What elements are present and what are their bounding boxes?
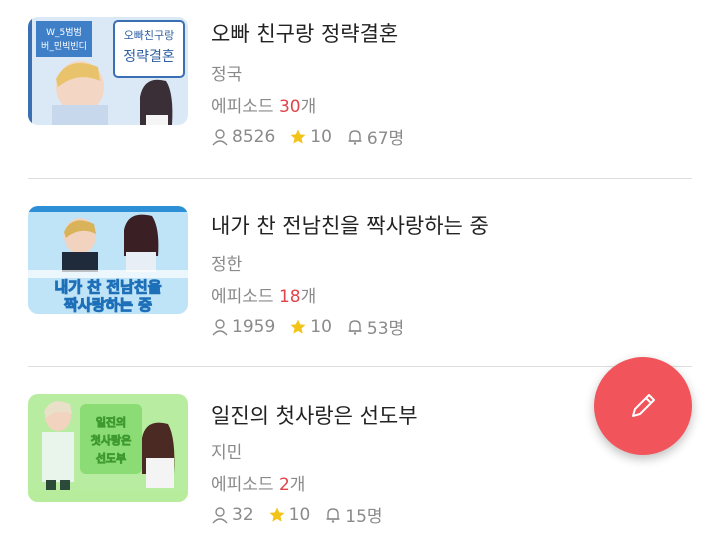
thumb-text: 버_민빅빈디	[41, 41, 87, 52]
thumb-text: 짝사랑하는 중	[64, 296, 152, 314]
thumb-text: 정략결혼	[123, 49, 175, 65]
rating-stat: 10	[289, 127, 332, 147]
views-stat: 32	[211, 505, 254, 525]
story-title[interactable]: 오빠 친구랑 정략결혼	[211, 18, 398, 48]
story-author: 지민	[211, 443, 243, 463]
views-count: 32	[232, 504, 254, 525]
bell-icon	[326, 507, 340, 523]
divider	[28, 178, 692, 179]
thumb-text: 내가 찬 전남친을	[54, 278, 161, 296]
person-icon	[212, 128, 228, 145]
story-thumbnail[interactable]: 내가 찬 전남친을 짝사랑하는 중	[28, 206, 188, 314]
star-icon	[269, 507, 285, 522]
episode-count: 에피소드 30개	[211, 97, 317, 117]
person-icon	[212, 506, 228, 523]
story-item[interactable]: 내가 찬 전남친을 짝사랑하는 중 내가 찬 전남친을 짝사랑하는 중 정한 에…	[28, 190, 692, 340]
subscribers-count: 53명	[366, 319, 405, 339]
story-stats: 1959 10 53명	[211, 314, 418, 339]
story-stats: 32 10 15명	[211, 502, 397, 527]
bell-icon	[348, 129, 362, 145]
story-item[interactable]: W_5범범 버_민빅빈디 오빠친구랑 정략결혼 오빠 친구랑 정략결혼 정국 에…	[28, 0, 692, 150]
views-count: 8526	[232, 126, 276, 147]
story-thumbnail[interactable]: 일진의 첫사랑은 선도부	[28, 394, 188, 502]
person-icon	[212, 318, 228, 335]
rating-value: 10	[310, 316, 332, 337]
subscribers-stat: 15명	[324, 502, 383, 527]
subscribers-count: 15명	[345, 507, 383, 527]
episode-count: 에피소드 18개	[211, 287, 317, 307]
story-stats: 8526 10 67명	[211, 124, 418, 149]
bell-icon	[348, 319, 362, 335]
subscribers-count: 67명	[366, 129, 405, 149]
rating-value: 10	[288, 504, 311, 525]
rating-value: 10	[310, 126, 332, 147]
story-author: 정한	[211, 255, 243, 275]
subscribers-stat: 53명	[346, 314, 404, 339]
episode-count: 에피소드 2개	[211, 475, 306, 495]
views-stat: 1959	[211, 317, 275, 337]
thumb-text: 선도부	[96, 451, 126, 465]
rating-stat: 10	[289, 317, 332, 337]
write-story-button[interactable]	[594, 357, 692, 455]
subscribers-stat: 67명	[346, 124, 404, 149]
thumb-text: W_5범범	[46, 27, 82, 38]
star-icon	[290, 319, 306, 334]
story-author: 정국	[211, 65, 243, 85]
views-stat: 8526	[211, 127, 275, 147]
rating-stat: 10	[268, 504, 311, 525]
story-thumbnail[interactable]: W_5범범 버_민빅빈디 오빠친구랑 정략결혼	[28, 17, 188, 125]
views-count: 1959	[232, 316, 276, 337]
story-title[interactable]: 일진의 첫사랑은 선도부	[211, 400, 418, 430]
pencil-icon	[632, 394, 655, 417]
story-title[interactable]: 내가 찬 전남친을 짝사랑하는 중	[211, 210, 489, 240]
thumb-text: 첫사랑은	[91, 433, 131, 447]
story-item[interactable]: 일진의 첫사랑은 선도부 일진의 첫사랑은 선도부 지민 에피소드 2개 32 …	[28, 378, 692, 528]
thumb-text: 일진의	[96, 415, 126, 429]
thumb-text: 오빠친구랑	[124, 29, 175, 42]
star-icon	[290, 129, 306, 144]
divider	[28, 366, 692, 367]
